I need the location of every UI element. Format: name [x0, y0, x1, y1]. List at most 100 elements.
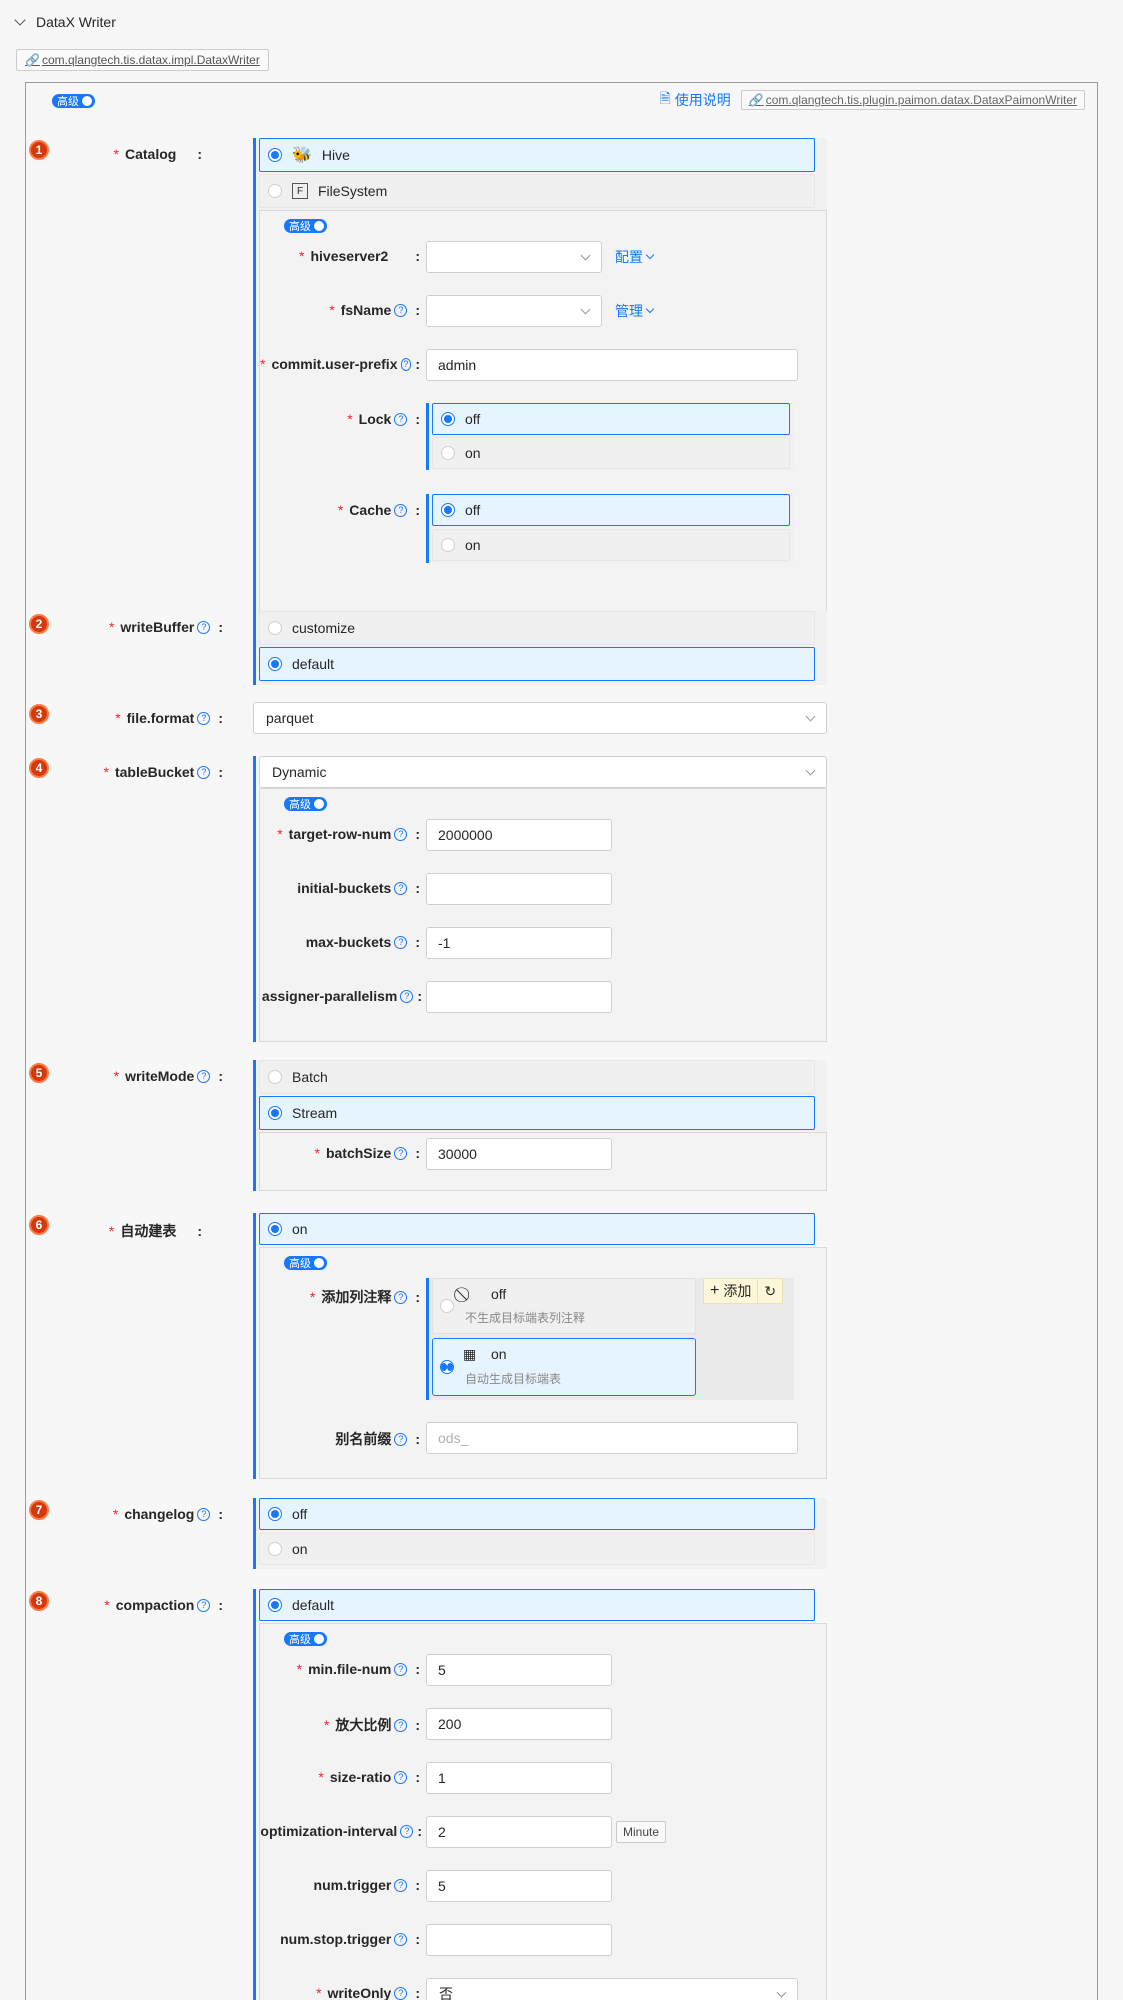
fsname-select[interactable] [426, 295, 602, 327]
commit-user-prefix-label: * commit.user-prefix?: [260, 356, 420, 372]
section-number-badge: 1 [29, 140, 49, 160]
help-icon[interactable]: ? [400, 357, 412, 371]
plugin-class-link[interactable]: 🔗 com.qlangtech.tis.plugin.paimon.datax.D… [740, 90, 1085, 110]
help-icon[interactable]: ? [197, 1069, 211, 1083]
help-icon[interactable]: ? [394, 1932, 408, 1946]
catalog-option-filesystem[interactable]: F FileSystem [259, 174, 815, 208]
min-file-num-input[interactable]: 5 [426, 1654, 612, 1686]
num-stop-trigger-input[interactable] [426, 1924, 612, 1956]
catalog-option-hive[interactable]: 🐝 Hive [259, 138, 815, 172]
compaction-option-default[interactable]: default [259, 1589, 815, 1621]
cache-option-off[interactable]: off [432, 494, 790, 526]
section-number-badge: 3 [29, 704, 49, 724]
table-bucket-label: * tableBucket?: [103, 764, 223, 780]
help-icon[interactable]: ? [394, 303, 408, 317]
help-icon[interactable]: ? [394, 1718, 408, 1732]
num-trigger-input[interactable]: 5 [426, 1870, 612, 1902]
help-icon[interactable]: ? [197, 1507, 211, 1521]
write-mode-panel: Batch Stream * batchSize?: 30000 [253, 1060, 827, 1191]
write-mode-option-batch[interactable]: Batch [259, 1060, 815, 1094]
writebuffer-option-default[interactable]: default [259, 647, 815, 681]
impl-class-link[interactable]: 🔗 com.qlangtech.tis.datax.impl.DataxWrite… [16, 49, 269, 71]
amplification-ratio-input[interactable]: 200 [426, 1708, 612, 1740]
refresh-icon[interactable]: ↻ [757, 1279, 782, 1303]
auto-create-option-on[interactable]: on [259, 1213, 815, 1245]
write-only-select[interactable]: 否 [426, 1978, 798, 2000]
cache-label: * Cache?: [337, 502, 420, 518]
size-ratio-input[interactable]: 1 [426, 1762, 612, 1794]
hive-settings: 高级 * hiveserver2: 配置 * fsName?: 管理 * commit… [259, 210, 827, 644]
amplification-ratio-label: * 放大比例?: [323, 1717, 420, 1733]
lock-option-on[interactable]: on [432, 437, 790, 469]
chevron-down-icon[interactable] [14, 14, 26, 26]
section-number-badge: 4 [29, 758, 49, 778]
advanced-toggle[interactable]: 高级 [52, 94, 95, 108]
column-comment-toolbar: + 添加 ↻ [703, 1278, 784, 1304]
batch-size-input[interactable]: 30000 [426, 1138, 612, 1170]
hiveserver2-select[interactable] [426, 241, 602, 273]
help-icon[interactable]: ? [394, 881, 408, 895]
link-icon: 🔗 [25, 53, 40, 67]
help-icon[interactable]: ? [197, 620, 211, 634]
column-comment-option-on[interactable]: ▦ on 自动生成目标端表 [432, 1338, 696, 1396]
fsname-manage-dropdown[interactable]: 管理 [615, 301, 655, 321]
add-column-comment-label: * 添加列注释?: [309, 1289, 420, 1305]
optimization-interval-input[interactable]: 2 [426, 1816, 612, 1848]
auto-create-table-label: * 自动建表: [108, 1223, 202, 1239]
changelog-option-on[interactable]: on [259, 1533, 815, 1565]
chevron-down-icon [645, 250, 655, 260]
compaction-settings: 高级 * min.file-num?: 5 * 放大比例?: 200 * size-r… [259, 1623, 827, 2000]
help-icon[interactable]: ? [394, 1878, 408, 1892]
file-format-select[interactable]: parquet [253, 702, 827, 734]
help-icon[interactable]: ? [197, 765, 211, 779]
stream-settings: * batchSize?: 30000 [259, 1132, 827, 1191]
table-bucket-select[interactable]: Dynamic [259, 756, 827, 788]
advanced-toggle[interactable]: 高级 [284, 1256, 327, 1270]
advanced-toggle[interactable]: 高级 [284, 797, 327, 811]
help-icon[interactable]: ? [394, 1290, 408, 1304]
help-icon[interactable]: ? [394, 412, 408, 426]
help-icon[interactable]: ? [394, 827, 408, 841]
commit-user-prefix-input[interactable]: admin [426, 349, 798, 381]
radio-selected[interactable] [268, 148, 282, 162]
help-icon[interactable]: ? [394, 1146, 408, 1160]
add-button[interactable]: + 添加 [704, 1279, 757, 1303]
help-icon[interactable]: ? [394, 1432, 408, 1446]
help-icon[interactable]: ? [394, 1986, 408, 2000]
writer-header[interactable]: DataX Writer [14, 14, 116, 30]
write-mode-option-stream[interactable]: Stream [259, 1096, 815, 1130]
lock-option-off[interactable]: off [432, 403, 790, 435]
cache-option-on[interactable]: on [432, 529, 790, 561]
assigner-parallelism-input[interactable] [426, 981, 612, 1013]
usage-doc-link[interactable]: 🗎 使用说明 [660, 88, 731, 112]
section-number-badge: 2 [29, 614, 49, 634]
compaction-label: * compaction?: [104, 1597, 223, 1613]
changelog-option-off[interactable]: off [259, 1498, 815, 1530]
column-comment-option-off[interactable]: ⃠ off 不生成目标端表列注释 [432, 1278, 696, 1334]
help-icon[interactable]: ? [400, 1824, 414, 1838]
num-stop-trigger-label: num.stop.trigger?: [280, 1931, 420, 1947]
help-icon[interactable]: ? [400, 989, 414, 1003]
help-icon[interactable]: ? [197, 711, 211, 725]
help-icon[interactable]: ? [394, 503, 408, 517]
writebuffer-option-customize[interactable]: customize [259, 611, 815, 645]
help-icon[interactable]: ? [394, 935, 408, 949]
alias-prefix-label: 别名前缀?: [335, 1431, 420, 1447]
target-row-num-input[interactable]: 2000000 [426, 819, 612, 851]
hiveserver2-config-dropdown[interactable]: 配置 [615, 247, 655, 267]
alias-prefix-input[interactable]: ods_ [426, 1422, 798, 1454]
table-bucket-panel: Dynamic 高级 * target-row-num?: 2000000 ini… [253, 756, 827, 1042]
help-icon[interactable]: ? [394, 1770, 408, 1784]
help-icon[interactable]: ? [197, 1598, 211, 1612]
table-icon: ▦ [463, 1346, 477, 1362]
lock-radio-group: off on [426, 403, 794, 470]
changelog-label: * changelog?: [112, 1506, 223, 1522]
radio-unselected[interactable] [268, 184, 282, 198]
advanced-toggle[interactable]: 高级 [284, 1632, 327, 1646]
num-trigger-label: num.trigger?: [313, 1877, 420, 1893]
advanced-toggle[interactable]: 高级 [284, 219, 327, 233]
max-buckets-input[interactable]: -1 [426, 927, 612, 959]
initial-buckets-input[interactable] [426, 873, 612, 905]
help-icon[interactable]: ? [394, 1662, 408, 1676]
interval-unit-button[interactable]: Minute [616, 1821, 667, 1843]
